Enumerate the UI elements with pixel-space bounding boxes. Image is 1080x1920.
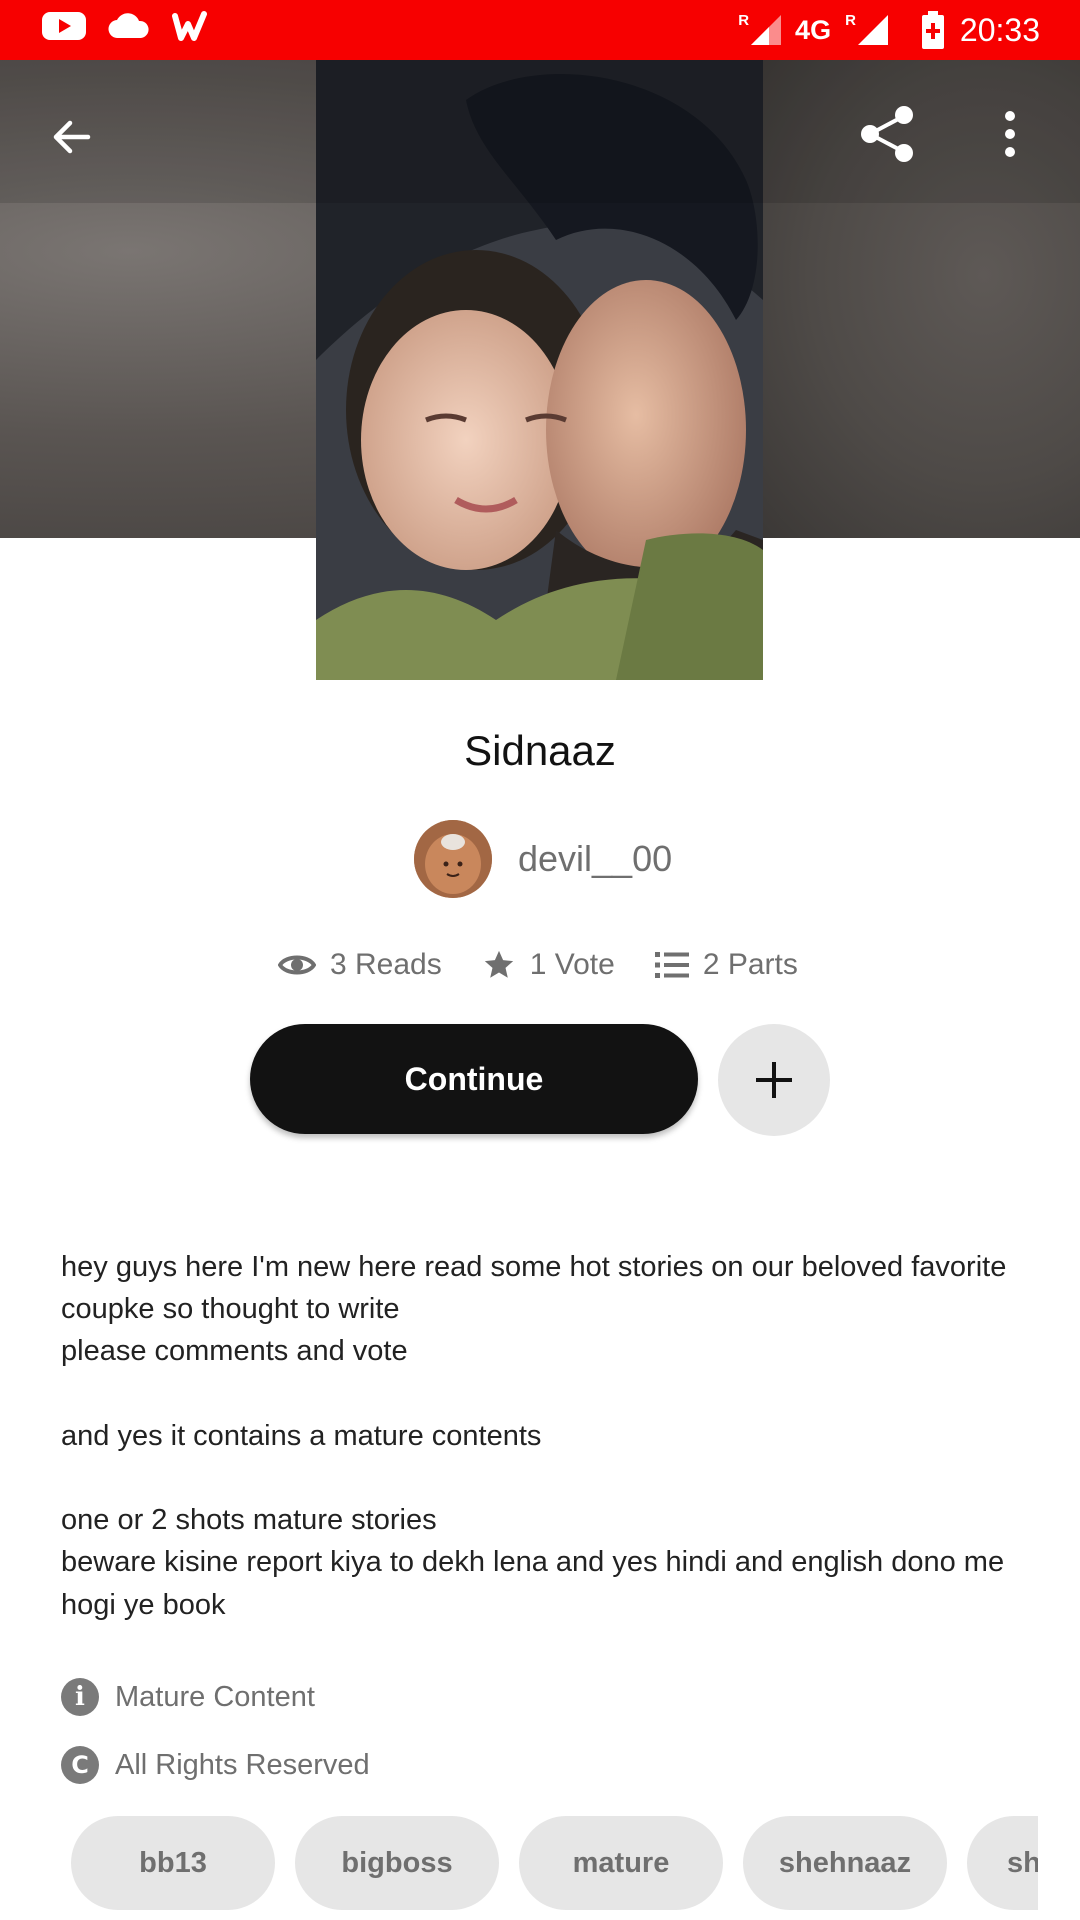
story-stats: 3 Reads 1 Vote 2 Parts — [278, 943, 838, 987]
roaming-indicator-2: R — [845, 12, 856, 29]
mature-content-label: Mature Content — [115, 1680, 315, 1713]
description-line: and yes it contains a mature contents — [61, 1419, 542, 1452]
parts-stat[interactable]: 2 Parts — [654, 948, 798, 982]
description-line: one or 2 shots mature stories — [61, 1504, 437, 1537]
plus-icon — [756, 1062, 792, 1098]
description-line — [61, 1373, 1036, 1415]
wattpad-icon — [172, 11, 207, 41]
share-button[interactable] — [846, 92, 930, 176]
avatar[interactable] — [414, 820, 492, 898]
description-line — [61, 1457, 1036, 1499]
story-description: hey guys here I'm new here read some hot… — [61, 1246, 1036, 1626]
votes-count: 1 Vote — [529, 948, 615, 981]
author-row[interactable]: devil__00 — [414, 820, 672, 898]
notification-icons — [42, 10, 212, 42]
more-vert-icon — [1005, 111, 1015, 157]
add-to-library-button[interactable] — [718, 1024, 830, 1136]
description-line: please comments and vote — [61, 1335, 408, 1368]
description-line: beware kisine report kiya to dekh lena a… — [61, 1546, 1005, 1621]
youtube-icon — [42, 12, 86, 40]
battery-charging-icon — [921, 11, 944, 49]
clock: 20:33 — [959, 11, 1040, 48]
eye-icon — [278, 955, 316, 975]
tag-chip[interactable]: mature — [519, 1816, 723, 1910]
avatar-image — [414, 820, 492, 898]
back-arrow-icon — [53, 120, 91, 154]
tag-list[interactable]: bb13 bigboss mature shehnaaz sh — [0, 1816, 1038, 1912]
copyright-icon: C — [61, 1746, 99, 1784]
back-button[interactable] — [30, 95, 114, 179]
votes-stat: 1 Vote — [482, 948, 615, 982]
share-icon — [861, 106, 913, 162]
continue-reading-button[interactable]: Continue — [250, 1024, 698, 1134]
network-type: 4G — [795, 14, 832, 45]
mature-content-row: i Mature Content — [61, 1678, 315, 1716]
copyright-row: C All Rights Reserved — [61, 1746, 370, 1784]
signal-icon — [751, 15, 782, 45]
info-icon: i — [61, 1678, 99, 1716]
signal-icon — [857, 15, 888, 45]
story-title: Sidnaaz — [464, 727, 616, 774]
parts-count[interactable]: 2 Parts — [703, 948, 798, 982]
tag-chip[interactable]: sh — [967, 1816, 1038, 1910]
copyright-label: All Rights Reserved — [115, 1748, 370, 1781]
tag-chip[interactable]: shehnaaz — [743, 1816, 947, 1910]
reads-count: 3 Reads — [330, 948, 442, 981]
tag-chip[interactable]: bigboss — [295, 1816, 499, 1910]
status-bar: R 4G R 20:33 — [0, 0, 1080, 60]
reads-stat: 3 Reads — [278, 948, 442, 982]
tag-chip[interactable]: bb13 — [71, 1816, 275, 1910]
list-icon — [654, 952, 689, 978]
more-options-button[interactable] — [980, 92, 1040, 176]
description-line: hey guys here I'm new here read some hot… — [61, 1251, 1007, 1326]
author-name[interactable]: devil__00 — [518, 838, 672, 880]
star-icon — [484, 950, 513, 978]
roaming-indicator: R — [738, 12, 750, 29]
system-status: R 4G R 20:33 — [738, 6, 1040, 54]
cloud-icon — [108, 13, 149, 39]
